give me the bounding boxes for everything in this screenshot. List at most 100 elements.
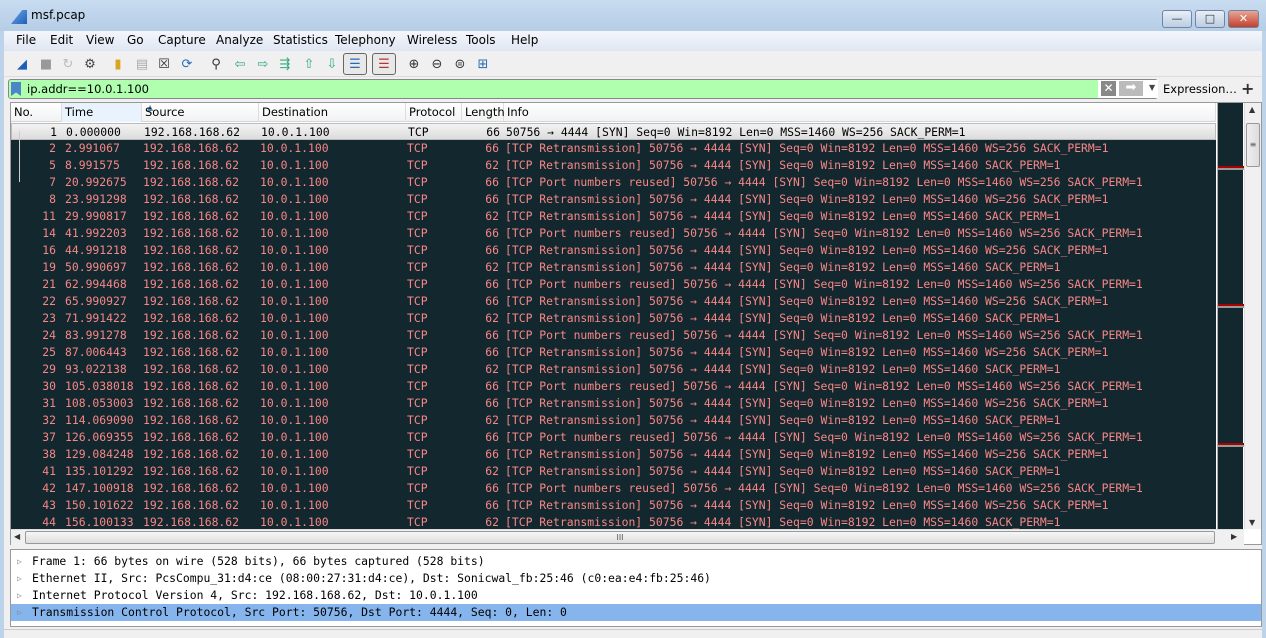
colorize-icon[interactable]: ☰ xyxy=(372,53,396,75)
capture-options-icon[interactable]: ⚙ xyxy=(81,55,99,73)
expand-arrow-icon[interactable]: ▷ xyxy=(17,587,22,604)
start-capture-icon[interactable]: ◢ xyxy=(13,55,31,73)
column-no[interactable]: No. xyxy=(11,103,62,122)
menu-wireless[interactable]: Wireless xyxy=(407,33,457,47)
packet-row[interactable]: 16 44.991218 192.168.168.62 10.0.1.100 TCP 66… xyxy=(11,242,1216,259)
add-filter-button[interactable]: + xyxy=(1241,79,1254,98)
horizontal-scrollbar[interactable]: ◀ III ▶ xyxy=(11,529,1244,545)
packet-row[interactable]: 21 62.994468 192.168.168.62 10.0.1.100 TCP 66… xyxy=(11,276,1216,293)
packet-row[interactable]: 41 135.101292 192.168.168.62 10.0.1.100 TCP 6… xyxy=(11,463,1216,480)
packet-row[interactable]: 29 93.022138 192.168.168.62 10.0.1.100 TCP 62… xyxy=(11,361,1216,378)
packet-row[interactable]: 2 2.991067 192.168.168.62 10.0.1.100 TCP 66 [T… xyxy=(11,140,1216,157)
cell-time: 29.990817 xyxy=(65,209,127,223)
packet-row[interactable]: 11 29.990817 192.168.168.62 10.0.1.100 TCP 62… xyxy=(11,208,1216,225)
packet-row[interactable]: 38 129.084248 192.168.168.62 10.0.1.100 TCP 6… xyxy=(11,446,1216,463)
cell-time: 93.022138 xyxy=(65,362,127,376)
packet-row[interactable]: 44 156.100133 192.168.168.62 10.0.1.100 TCP 6… xyxy=(11,514,1216,529)
reload-file-icon[interactable]: ⟳ xyxy=(178,55,196,73)
last-packet-icon[interactable]: ⇩ xyxy=(323,55,341,73)
packet-row[interactable]: 8 23.991298 192.168.168.62 10.0.1.100 TCP 66 [… xyxy=(11,191,1216,208)
packet-row[interactable]: 1 0.000000 192.168.168.62 10.0.1.100 TCP 66 50… xyxy=(11,123,1216,140)
cell-proto: TCP xyxy=(407,226,428,240)
menu-tools[interactable]: Tools xyxy=(466,33,496,47)
expand-arrow-icon[interactable]: ▷ xyxy=(17,570,22,587)
column-protocol[interactable]: Protocol xyxy=(406,103,462,122)
go-to-packet-icon[interactable]: ⇶ xyxy=(276,55,294,73)
expression-button[interactable]: Expression… xyxy=(1163,82,1237,96)
first-packet-icon[interactable]: ⇧ xyxy=(300,55,318,73)
cell-src: 192.168.168.62 xyxy=(143,243,240,257)
scroll-right-icon[interactable]: ▶ xyxy=(1231,532,1237,541)
packet-row[interactable]: 22 65.990927 192.168.168.62 10.0.1.100 TCP 66… xyxy=(11,293,1216,310)
packet-row[interactable]: 31 108.053003 192.168.168.62 10.0.1.100 TCP 6… xyxy=(11,395,1216,412)
scroll-down-icon[interactable]: ▼ xyxy=(1249,518,1255,527)
cell-no: 30 xyxy=(42,379,56,393)
detail-tree-item[interactable]: ▷ Frame 1: 66 bytes on wire (528 bits), 6… xyxy=(11,553,1261,570)
column-info[interactable]: Info xyxy=(504,103,1216,122)
filter-history-dropdown-icon[interactable]: ▼ xyxy=(1149,83,1156,92)
menu-help[interactable]: Help xyxy=(511,33,538,47)
detail-tree-item[interactable]: ▷ Internet Protocol Version 4, Src: 192.1… xyxy=(11,587,1261,604)
cell-dst: 10.0.1.100 xyxy=(260,498,329,512)
packet-row[interactable]: 32 114.069090 192.168.168.62 10.0.1.100 TCP 6… xyxy=(11,412,1216,429)
scroll-up-icon[interactable]: ▲ xyxy=(1249,105,1255,114)
cell-info: [TCP Retransmission] 50756 → 4444 [SYN] … xyxy=(505,311,1061,325)
close-file-icon[interactable]: ☒ xyxy=(155,55,173,73)
go-back-icon[interactable]: ⇦ xyxy=(231,55,249,73)
go-forward-icon[interactable]: ⇨ xyxy=(254,55,272,73)
filter-bookmark-icon[interactable] xyxy=(11,82,21,96)
packet-row[interactable]: 42 147.100918 192.168.168.62 10.0.1.100 TCP 6… xyxy=(11,480,1216,497)
save-file-icon[interactable]: ▤ xyxy=(133,55,151,73)
packet-row[interactable]: 43 150.101622 192.168.168.62 10.0.1.100 TCP 6… xyxy=(11,497,1216,514)
packet-row[interactable]: 37 126.069355 192.168.168.62 10.0.1.100 TCP 6… xyxy=(11,429,1216,446)
minimize-button[interactable]: — xyxy=(1162,10,1192,28)
packet-row[interactable]: 19 50.990697 192.168.168.62 10.0.1.100 TCP 62… xyxy=(11,259,1216,276)
menu-edit[interactable]: Edit xyxy=(50,33,73,47)
vertical-scrollbar[interactable]: ▲ ≡ ▼ xyxy=(1244,103,1261,529)
vertical-scroll-thumb[interactable]: ≡ xyxy=(1246,123,1260,167)
cell-src: 192.168.168.62 xyxy=(143,498,240,512)
display-filter-input[interactable] xyxy=(27,81,1087,97)
find-packet-icon[interactable]: ⚲ xyxy=(207,55,225,73)
open-file-icon[interactable]: ▮ xyxy=(109,55,127,73)
cell-len: 62 xyxy=(485,158,499,172)
packet-minimap[interactable] xyxy=(1217,103,1244,529)
close-button[interactable]: ✕ xyxy=(1228,10,1259,28)
packet-row[interactable]: 5 8.991575 192.168.168.62 10.0.1.100 TCP 62 [T… xyxy=(11,157,1216,174)
menu-statistics[interactable]: Statistics xyxy=(273,33,328,47)
maximize-button[interactable]: □ xyxy=(1195,10,1225,28)
cell-proto: TCP xyxy=(408,125,429,139)
stop-capture-icon[interactable]: ■ xyxy=(37,55,55,73)
menu-file[interactable]: File xyxy=(16,33,36,47)
restart-capture-icon[interactable]: ↻ xyxy=(59,55,77,73)
packet-row[interactable]: 23 71.991422 192.168.168.62 10.0.1.100 TCP 62… xyxy=(11,310,1216,327)
packet-row[interactable]: 30 105.038018 192.168.168.62 10.0.1.100 TCP 6… xyxy=(11,378,1216,395)
wireshark-logo-icon xyxy=(11,10,27,24)
menu-view[interactable]: View xyxy=(86,33,114,47)
detail-tree-item[interactable]: ▷ Ethernet II, Src: PcsCompu_31:d4:ce (08… xyxy=(11,570,1261,587)
column-time[interactable]: Time ▲ xyxy=(62,103,153,122)
packet-row[interactable]: 24 83.991278 192.168.168.62 10.0.1.100 TCP 66… xyxy=(11,327,1216,344)
menu-analyze[interactable]: Analyze xyxy=(216,33,263,47)
packet-row[interactable]: 7 20.992675 192.168.168.62 10.0.1.100 TCP 66 [… xyxy=(11,174,1216,191)
normal-size-icon[interactable]: ⊜ xyxy=(451,55,469,73)
horizontal-scroll-thumb[interactable]: III xyxy=(25,531,1215,544)
menu-go[interactable]: Go xyxy=(127,33,144,47)
detail-tree-item[interactable]: ▷ Transmission Control Protocol, Src Port… xyxy=(11,604,1261,621)
resize-columns-icon[interactable]: ⊞ xyxy=(474,55,492,73)
expand-arrow-icon[interactable]: ▷ xyxy=(17,553,22,570)
expand-arrow-icon[interactable]: ▷ xyxy=(17,604,22,621)
packet-row[interactable]: 14 41.992203 192.168.168.62 10.0.1.100 TCP 66… xyxy=(11,225,1216,242)
zoom-out-icon[interactable]: ⊖ xyxy=(428,55,446,73)
auto-scroll-icon[interactable]: ☰ xyxy=(343,53,367,75)
clear-filter-icon[interactable]: ✕ xyxy=(1101,81,1116,96)
menu-capture[interactable]: Capture xyxy=(158,33,206,47)
column-destination[interactable]: Destination xyxy=(259,103,406,122)
apply-filter-icon[interactable]: ➡ xyxy=(1119,81,1143,96)
column-length[interactable]: Length xyxy=(462,103,505,122)
column-source[interactable]: Source xyxy=(142,103,259,122)
menu-telephony[interactable]: Telephony xyxy=(335,33,396,47)
zoom-in-icon[interactable]: ⊕ xyxy=(405,55,423,73)
scroll-left-icon[interactable]: ◀ xyxy=(14,532,20,541)
packet-row[interactable]: 25 87.006443 192.168.168.62 10.0.1.100 TCP 66… xyxy=(11,344,1216,361)
